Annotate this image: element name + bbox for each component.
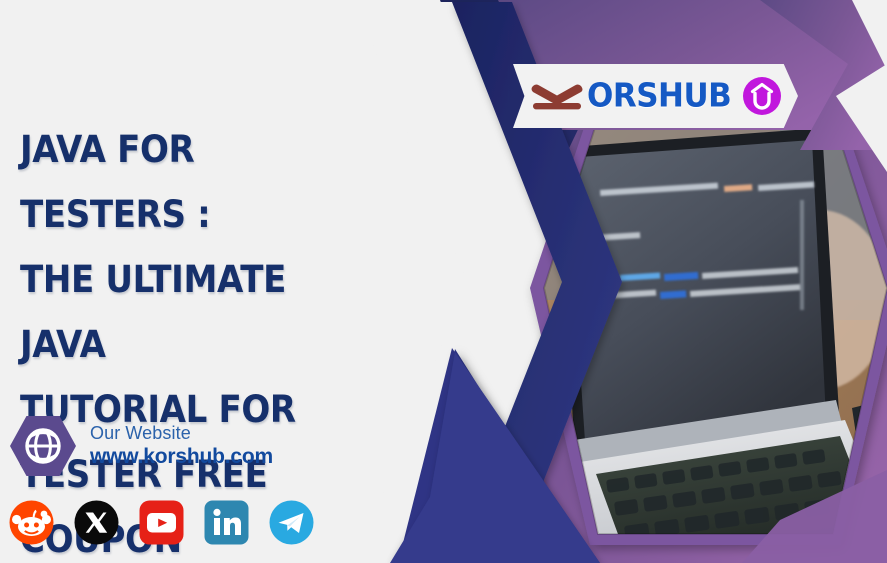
our-website-label: Our Website [90,423,191,444]
banner-root: ORSHUB JAVA FOR TESTERS : THE ULTIMATE J… [0,0,887,563]
linkedin-icon[interactable] [203,499,250,546]
x-twitter-icon[interactable] [73,499,120,546]
page-title: JAVA FOR TESTERS : THE ULTIMATE JAVA TUT… [20,127,296,561]
website-text: Our Website www.korshub.com [90,423,273,469]
korshub-k-mark [531,84,583,110]
udemy-u-badge [743,77,782,115]
logo-inner: ORSHUB [513,76,782,116]
korshub-logo-ribbon[interactable]: ORSHUB [513,64,798,128]
website-url[interactable]: www.korshub.com [90,445,273,469]
korshub-wordmark: ORSHUB [587,76,732,115]
website-block[interactable]: Our Website www.korshub.com [10,413,273,479]
reddit-icon[interactable] [8,499,55,546]
youtube-icon[interactable] [138,499,185,546]
social-links-row [8,499,315,546]
globe-icon [10,416,76,476]
telegram-icon[interactable] [268,499,315,546]
